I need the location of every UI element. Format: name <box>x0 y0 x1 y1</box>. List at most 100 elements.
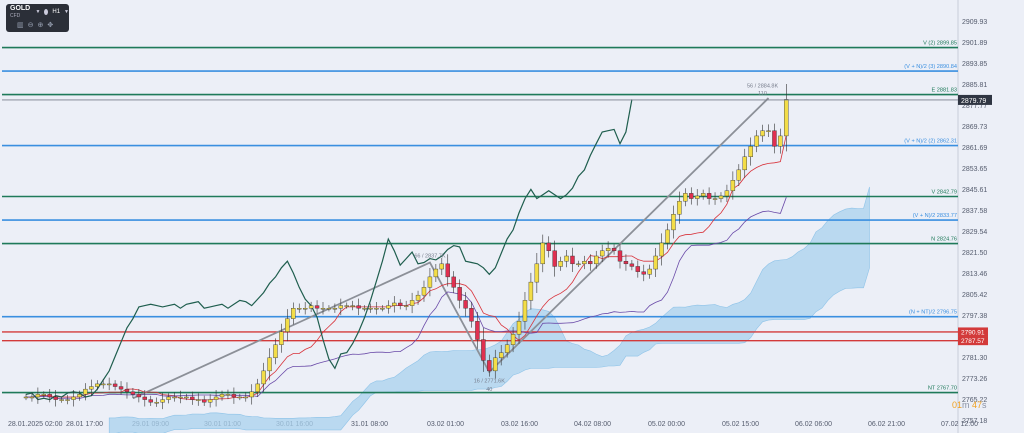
candle-body <box>243 396 248 399</box>
candle-body <box>754 135 759 147</box>
candle-body <box>475 321 480 340</box>
candle-body <box>427 276 433 288</box>
timeframe-caret-icon[interactable]: ▼ <box>64 9 69 15</box>
candle-body <box>71 396 76 400</box>
candle-body <box>386 305 391 309</box>
candle-body <box>332 308 338 310</box>
candle-body <box>392 302 397 306</box>
candle-body <box>582 261 587 265</box>
candle-body <box>558 261 563 267</box>
candle-body <box>766 130 771 132</box>
candle-body <box>457 287 462 301</box>
chart-type-icon[interactable]: ▥ <box>17 21 24 29</box>
candle-body <box>237 396 243 399</box>
x-tick-label: 28.01.2025 02:00 <box>8 421 63 428</box>
candle-body <box>736 169 741 181</box>
candle-body <box>172 396 177 399</box>
y-tick-label: 2893.85 <box>962 61 987 68</box>
candle-body <box>261 370 266 385</box>
candle-body <box>29 396 35 399</box>
symbol-name: GOLD <box>10 5 31 12</box>
candle-body <box>510 334 516 345</box>
candle-body <box>291 308 296 319</box>
wave-label: 16 / 2771.6K <box>474 378 506 384</box>
level-label: (V + N)/2 2833.77 <box>913 213 957 219</box>
zoom-out-icon[interactable]: ⊖ <box>28 21 34 29</box>
x-tick-label: 06.02 06:00 <box>795 421 832 428</box>
level-label: E 2881.83 <box>931 88 957 94</box>
candle-body <box>718 195 724 199</box>
candle-body <box>748 146 753 158</box>
chart-window: 2909.93 2901.89 2893.85 2885.81 2877.77 2869.… <box>0 0 1024 433</box>
toolbar-top-row: GOLD CFD ▼ H1 ▼ <box>6 5 69 19</box>
y-tick-label: 2885.81 <box>962 82 987 89</box>
candle-body <box>689 193 694 199</box>
candle-body <box>528 281 534 301</box>
y-tick-label: 2837.58 <box>962 208 987 215</box>
candle-body <box>445 263 450 278</box>
wave-label: 110 <box>758 91 767 97</box>
candle-body <box>487 360 492 372</box>
timeframe-selector[interactable]: H1 <box>52 9 60 15</box>
x-tick-label: 03.02 01:00 <box>427 421 464 428</box>
candle-body <box>142 396 148 400</box>
y-tick-label: 2813.46 <box>962 271 987 278</box>
candle-body <box>326 308 332 310</box>
candle-body <box>778 135 783 147</box>
crosshair-icon[interactable]: ✥ <box>47 21 53 29</box>
candle-body <box>267 357 272 372</box>
candle-body <box>683 193 688 202</box>
candle-body <box>41 394 47 396</box>
candle-body <box>89 386 94 390</box>
x-tick-label: 04.02 08:00 <box>574 421 611 428</box>
y-tick-label: 2909.93 <box>962 19 987 26</box>
candle-body <box>83 388 88 395</box>
candle-body <box>724 190 730 197</box>
candle-body <box>297 308 302 310</box>
candle-body <box>124 388 130 392</box>
candle-body <box>784 99 789 137</box>
candle-body <box>154 401 159 404</box>
red-level-price: 2790.91 <box>961 329 985 336</box>
settings-icon[interactable] <box>44 9 49 15</box>
candle-body <box>433 268 439 278</box>
candle-body <box>23 396 29 399</box>
x-tick-label: 03.02 16:00 <box>501 421 538 428</box>
candle-body <box>344 305 349 307</box>
candle-body <box>112 383 118 387</box>
candle-body <box>611 247 617 251</box>
candle-body <box>207 399 213 403</box>
price-chart[interactable]: 2909.932901.892893.852885.812877.772869.… <box>0 0 1024 433</box>
candle-body <box>47 394 52 398</box>
y-tick-label: 2773.26 <box>962 376 987 383</box>
candle-body <box>564 255 569 262</box>
candle-body <box>504 344 510 353</box>
candle-body <box>249 391 254 398</box>
candle-body <box>35 394 41 398</box>
candle-body <box>196 399 201 401</box>
zoom-in-icon[interactable]: ⊕ <box>38 21 44 29</box>
candle-body <box>409 300 415 306</box>
candle-body <box>302 308 308 310</box>
symbol-selector[interactable]: GOLD CFD <box>10 5 31 19</box>
timer-seconds: 47 <box>972 400 983 410</box>
candle-body <box>255 383 260 392</box>
symbol-caret-icon[interactable]: ▼ <box>35 9 40 15</box>
candle-body <box>106 383 112 386</box>
candle-body <box>623 261 629 265</box>
y-tick-label: 2821.50 <box>962 250 987 257</box>
timer-seconds-unit: s <box>982 400 987 410</box>
y-tick-label: 2869.73 <box>962 124 987 131</box>
candle-body <box>695 195 700 199</box>
candle-body <box>546 242 551 251</box>
level-label: NT 2767.70 <box>928 386 957 392</box>
candle-body <box>481 339 486 361</box>
candle-body <box>136 394 142 398</box>
candle-body <box>178 396 183 399</box>
candle-body <box>629 263 635 267</box>
candle-body <box>95 383 100 387</box>
x-tick-label: 06.02 21:00 <box>868 421 905 428</box>
current-price-value: 2879.79 <box>961 98 986 105</box>
candle-body <box>101 383 106 386</box>
candle-body <box>65 399 70 401</box>
